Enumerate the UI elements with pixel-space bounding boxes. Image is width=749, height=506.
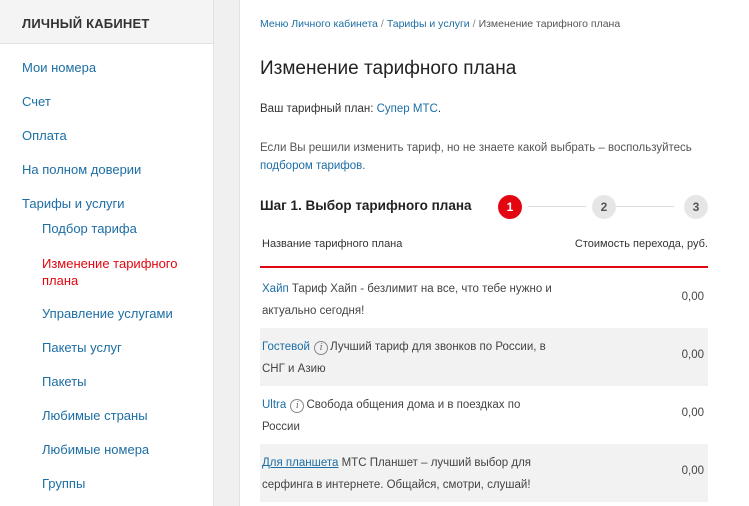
tariff-hint: Если Вы решили изменить тариф, но не зна…	[260, 139, 730, 175]
sidebar-item-groups[interactable]: Группы	[42, 476, 85, 491]
sidebar-item-payment[interactable]: Оплата	[22, 128, 67, 143]
sidebar-item-tariff-selection[interactable]: Подбор тарифа	[42, 221, 137, 236]
plan-cost: 0,00	[681, 407, 704, 419]
hint-text: Если Вы решили изменить тариф, но не зна…	[260, 142, 692, 154]
plan-name-link[interactable]: Ultra	[262, 399, 286, 411]
step-3-circle: 3	[684, 195, 708, 219]
step-2-circle: 2	[592, 195, 616, 219]
step-title: Шаг 1. Выбор тарифного плана	[260, 198, 472, 213]
sidebar-item-manage-services[interactable]: Управление услугами	[42, 306, 173, 321]
row-description: Ultra i Свобода общения дома и в поездках…	[262, 394, 552, 438]
step-connector	[528, 206, 586, 207]
breadcrumb-current: Изменение тарифного плана	[478, 18, 621, 30]
sidebar-item-favorite-countries[interactable]: Любимые страны	[42, 408, 148, 423]
current-plan-label: Ваш тарифный план:	[260, 103, 374, 115]
current-plan-link[interactable]: Супер МТС	[377, 103, 438, 115]
sidebar-item-tariffs-services[interactable]: Тарифы и услуги	[22, 196, 125, 211]
sidebar-item-my-numbers[interactable]: Мои номера	[22, 60, 96, 75]
table-row[interactable]: Гостевой i Лучший тариф для звонков по Ро…	[260, 328, 708, 386]
sidebar-item-account[interactable]: Счет	[22, 94, 51, 109]
hint-suffix: .	[362, 160, 366, 172]
main-content: Меню Личного кабинета / Тарифы и услуги / Из…	[239, 0, 749, 506]
sidebar: ЛИЧНЫЙ КАБИНЕТ Мои номера Счет Оплата На…	[0, 0, 214, 506]
breadcrumb-separator: /	[472, 18, 476, 30]
breadcrumb: Меню Личного кабинета / Тарифы и услуги / Из…	[260, 18, 620, 30]
plan-description: Тариф Хайп - безлимит на все, что тебе н…	[262, 283, 552, 317]
sidebar-title: ЛИЧНЫЙ КАБИНЕТ	[0, 0, 213, 44]
plan-name-link[interactable]: Гостевой	[262, 341, 310, 353]
breadcrumb-separator: /	[380, 18, 384, 30]
info-icon[interactable]: i	[314, 341, 329, 355]
tariff-selection-link[interactable]: подбором тарифов	[260, 160, 362, 172]
table-row[interactable]: Для планшета МТС Планшет – лучший выбор …	[260, 444, 708, 502]
table-row[interactable]: Хайп Тариф Хайп - безлимит на все, что т…	[260, 270, 708, 328]
table-row[interactable]: Ultra i Свобода общения дома и в поездках…	[260, 386, 708, 444]
sidebar-item-favorite-numbers[interactable]: Любимые номера	[42, 442, 149, 457]
plan-cost: 0,00	[681, 349, 704, 361]
step-connector	[616, 206, 674, 207]
row-description: Хайп Тариф Хайп - безлимит на все, что т…	[262, 278, 552, 322]
plan-name-link[interactable]: Для планшета	[262, 457, 338, 469]
sidebar-item-packages[interactable]: Пакеты	[42, 374, 87, 389]
plan-cost: 0,00	[681, 465, 704, 477]
breadcrumb-link-menu[interactable]: Меню Личного кабинета	[260, 18, 378, 30]
step-indicator: 1 2 3	[498, 195, 710, 219]
column-header-cost: Стоимость перехода, руб.	[574, 238, 708, 250]
info-icon[interactable]: i	[290, 399, 305, 413]
row-description: Гостевой i Лучший тариф для звонков по Ро…	[262, 336, 552, 380]
step-1-circle: 1	[498, 195, 522, 219]
row-description: Для планшета МТС Планшет – лучший выбор …	[262, 452, 552, 496]
table-header: Название тарифного плана Стоимость перех…	[260, 226, 708, 268]
sidebar-item-service-packages[interactable]: Пакеты услуг	[42, 340, 122, 355]
column-header-name: Название тарифного плана	[262, 238, 403, 250]
plan-cost: 0,00	[681, 291, 704, 303]
breadcrumb-link-tariffs[interactable]: Тарифы и услуги	[387, 18, 470, 30]
page-title: Изменение тарифного плана	[260, 58, 517, 79]
current-plan-suffix: .	[437, 103, 442, 115]
current-plan: Ваш тарифный план: Супер МТС.	[260, 103, 441, 115]
sidebar-item-change-tariff[interactable]: Изменение тарифного плана	[42, 255, 192, 289]
sidebar-item-full-trust[interactable]: На полном доверии	[22, 162, 141, 177]
plan-name-link[interactable]: Хайп	[262, 283, 289, 295]
